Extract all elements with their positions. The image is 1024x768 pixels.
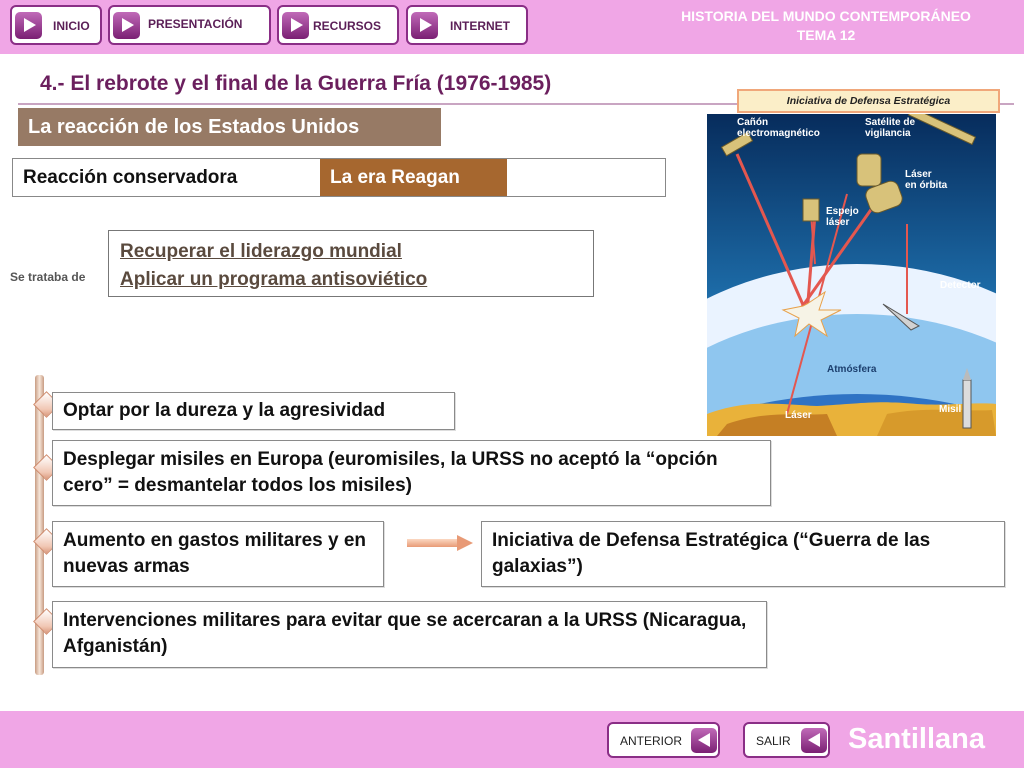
reaction-box: Reacción conservadora La era Reagan	[12, 158, 666, 197]
label-laser: Láser	[785, 410, 812, 421]
back-arrow-icon	[801, 728, 827, 753]
point-box: Optar por la dureza y la agresividad	[52, 392, 455, 430]
nav-button-presentacion[interactable]: PRESENTACIÓN	[108, 5, 271, 45]
nav-label: PRESENTACIÓN	[148, 17, 243, 31]
goal-link[interactable]: Recuperar el liderazgo mundial	[120, 238, 593, 266]
section-heading: La reacción de los Estados Unidos	[18, 108, 441, 146]
goal-link[interactable]: Aplicar un programa antisoviético	[120, 266, 593, 294]
label-laser-orbita: Láser en órbita	[905, 169, 948, 191]
goals-box: Recuperar el liderazgo mundial Aplicar u…	[108, 230, 594, 297]
exit-button[interactable]: SALIR	[743, 722, 830, 758]
play-icon	[282, 12, 309, 39]
play-icon	[15, 12, 42, 39]
play-icon	[411, 12, 438, 39]
nav-label: INTERNET	[450, 19, 510, 33]
goals-intro: Se trataba de	[10, 270, 86, 284]
image-caption: Iniciativa de Defensa Estratégica	[737, 89, 1000, 113]
exit-label: SALIR	[756, 734, 791, 748]
previous-button[interactable]: ANTERIOR	[607, 722, 720, 758]
label-satelite: Satélite de vigilancia	[865, 117, 916, 139]
nav-button-internet[interactable]: INTERNET	[406, 5, 528, 45]
nav-button-recursos[interactable]: RECURSOS	[277, 5, 399, 45]
unit-title: TEMA 12	[796, 27, 856, 43]
sdi-diagram	[707, 114, 996, 436]
label-canon: Cañón electromagnético	[737, 117, 820, 139]
nav-button-inicio[interactable]: INICIO	[10, 5, 102, 45]
label-atmosfera: Atmósfera	[827, 364, 877, 375]
back-arrow-icon	[691, 728, 717, 753]
nav-label: INICIO	[53, 19, 90, 33]
previous-label: ANTERIOR	[620, 734, 683, 748]
label-espejo: Espejo láser	[826, 206, 859, 228]
nav-label: RECURSOS	[313, 19, 382, 33]
course-heading: HISTORIA DEL MUNDO CONTEMPORÁNEO TEMA 12	[646, 7, 1006, 45]
sdi-illustration: Cañón electromagnético Satélite de vigil…	[707, 114, 996, 436]
arrow-right-icon	[407, 535, 473, 551]
point-box: Desplegar misiles en Europa (euromisiles…	[52, 440, 771, 506]
play-icon	[113, 12, 140, 39]
page-title: 4.- El rebrote y el final de la Guerra F…	[40, 72, 552, 95]
label-detector: Detector	[940, 280, 981, 291]
label-misil: Misil	[939, 404, 962, 415]
reaction-label: Reacción conservadora	[23, 167, 238, 188]
point-box: Aumento en gastos militares y en nuevas …	[52, 521, 384, 587]
point-box: Intervenciones militares para evitar que…	[52, 601, 767, 668]
era-label: La era Reagan	[320, 159, 507, 196]
slide: INICIO PRESENTACIÓN RECURSOS INTERNET HI…	[0, 0, 1024, 768]
subject-title: HISTORIA DEL MUNDO CONTEMPORÁNEO	[681, 8, 971, 24]
consequence-box: Iniciativa de Defensa Estratégica (“Guer…	[481, 521, 1005, 587]
brand-logo: Santillana	[848, 723, 985, 755]
